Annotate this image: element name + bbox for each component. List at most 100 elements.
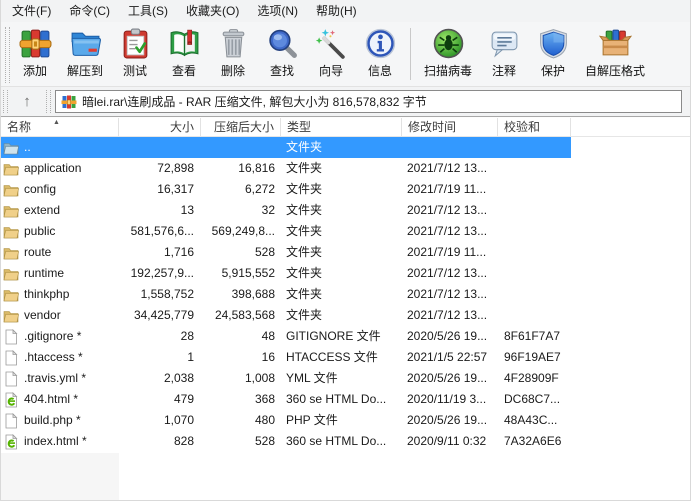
file-modified-cell: 2021/1/5 22:57	[402, 347, 498, 368]
file-modified-cell: 2020/9/11 0:32	[402, 431, 498, 452]
menu-item-file[interactable]: 文件(F)	[3, 0, 60, 22]
file-packed-cell: 24,583,568	[201, 305, 281, 326]
file-name: application	[24, 158, 81, 179]
file-checksum-cell	[498, 305, 571, 326]
table-row[interactable]: build.php *1,070480PHP 文件2020/5/26 19...…	[1, 410, 690, 431]
file-size-cell: 1,716	[119, 242, 201, 263]
find-icon	[266, 27, 299, 60]
wizard-icon	[315, 27, 348, 60]
table-row[interactable]: .gitignore *2848GITIGNORE 文件2020/5/26 19…	[1, 326, 690, 347]
file-packed-cell: 569,249,8...	[201, 221, 281, 242]
archive-path-text: 暗lei.rar\连刷成品 - RAR 压缩文件, 解包大小为 816,578,…	[82, 93, 427, 110]
menu-item-tools[interactable]: 工具(S)	[119, 0, 177, 22]
folder-icon	[3, 224, 19, 240]
column-header-packed[interactable]: 压缩后大小	[201, 118, 281, 136]
sort-ascending-icon: ▲	[53, 119, 60, 126]
comment-icon	[488, 27, 521, 60]
toolbar-button-extract[interactable]: 解压到	[61, 24, 109, 81]
file-icon	[3, 413, 19, 429]
addressbar-gripper[interactable]	[3, 90, 8, 113]
toolbar-button-sfx[interactable]: 自解压格式	[579, 24, 651, 81]
toolbar-button-info[interactable]: 信息	[357, 24, 403, 81]
column-header-row: 名称▲大小压缩后大小类型修改时间校验和	[1, 118, 690, 137]
table-row[interactable]: vendor34,425,77924,583,568文件夹2021/7/12 1…	[1, 305, 690, 326]
table-row[interactable]: runtime192,257,9...5,915,552文件夹2021/7/12…	[1, 263, 690, 284]
toolbar-button-scan[interactable]: 扫描病毒	[418, 24, 478, 81]
file-size-cell: 192,257,9...	[119, 263, 201, 284]
file-type-cell: 文件夹	[281, 305, 402, 326]
toolbar-button-protect[interactable]: 保护	[530, 24, 576, 81]
up-one-level-button[interactable]: ↑	[10, 90, 44, 113]
file-modified-cell: 2021/7/12 13...	[402, 221, 498, 242]
column-header-size[interactable]: 大小	[119, 118, 201, 136]
file-checksum-cell: 4F28909F	[498, 368, 571, 389]
toolbar-gripper[interactable]	[5, 27, 10, 83]
table-row[interactable]: thinkphp1,558,752398,688文件夹2021/7/12 13.…	[1, 284, 690, 305]
column-header-name[interactable]: 名称▲	[1, 118, 119, 136]
table-row[interactable]: config16,3176,272文件夹2021/7/19 11...	[1, 179, 690, 200]
sfx-icon	[599, 27, 632, 60]
toolbar-button-label: 添加	[23, 62, 47, 79]
file-packed-cell: 528	[201, 431, 281, 452]
file-name-cell: public	[1, 221, 119, 242]
toolbar-button-delete[interactable]: 删除	[210, 24, 256, 81]
toolbar-button-test[interactable]: 测试	[112, 24, 158, 81]
file-type-cell: YML 文件	[281, 368, 402, 389]
table-row[interactable]: route1,716528文件夹2021/7/19 11...	[1, 242, 690, 263]
file-size-cell: 479	[119, 389, 201, 410]
folder-icon	[3, 161, 19, 177]
menu-item-options[interactable]: 选项(N)	[248, 0, 307, 22]
column-header-type[interactable]: 类型	[281, 118, 402, 136]
file-modified-cell	[402, 137, 498, 158]
file-size-cell: 13	[119, 200, 201, 221]
column-header-checksum[interactable]: 校验和	[498, 118, 571, 136]
toolbar-button-label: 查找	[270, 62, 294, 79]
file-packed-cell: 32	[201, 200, 281, 221]
file-packed-cell: 48	[201, 326, 281, 347]
file-size-cell: 34,425,779	[119, 305, 201, 326]
column-header-label: 校验和	[504, 120, 540, 134]
file-name-cell: extend	[1, 200, 119, 221]
table-row[interactable]: application72,89816,816文件夹2021/7/12 13..…	[1, 158, 690, 179]
file-name-cell: thinkphp	[1, 284, 119, 305]
winrar-window: 文件(F)命令(C)工具(S)收藏夹(O)选项(N)帮助(H) 添加解压到测试查…	[0, 0, 691, 501]
toolbar-button-wizard[interactable]: 向导	[308, 24, 354, 81]
file-name-cell: route	[1, 242, 119, 263]
toolbar-button-view[interactable]: 查看	[161, 24, 207, 81]
folder-icon	[3, 308, 19, 324]
column-header-label: 压缩后大小	[214, 120, 274, 134]
file-name-cell: vendor	[1, 305, 119, 326]
toolbar-button-find[interactable]: 查找	[259, 24, 305, 81]
file-packed-cell	[201, 137, 281, 158]
file-name: index.html *	[24, 431, 87, 452]
file-type-cell: 文件夹	[281, 242, 402, 263]
menu-item-commands[interactable]: 命令(C)	[60, 0, 119, 22]
table-row[interactable]: 404.html *479368360 se HTML Do...2020/11…	[1, 389, 690, 410]
toolbar-button-comment[interactable]: 注释	[481, 24, 527, 81]
file-packed-cell: 6,272	[201, 179, 281, 200]
toolbar: 添加解压到测试查看删除查找向导信息扫描病毒注释保护自解压格式	[1, 22, 690, 87]
menu-item-help[interactable]: 帮助(H)	[307, 0, 366, 22]
file-checksum-cell	[498, 221, 571, 242]
menu-item-favorites[interactable]: 收藏夹(O)	[177, 0, 248, 22]
file-checksum-cell: 48A43C...	[498, 410, 571, 431]
table-row[interactable]: extend1332文件夹2021/7/12 13...	[1, 200, 690, 221]
file-size-cell: 28	[119, 326, 201, 347]
table-row[interactable]: public581,576,6...569,249,8...文件夹2021/7/…	[1, 221, 690, 242]
table-row[interactable]: index.html *828528360 se HTML Do...2020/…	[1, 431, 690, 452]
protect-icon	[537, 27, 570, 60]
table-row[interactable]: .travis.yml *2,0381,008YML 文件2020/5/26 1…	[1, 368, 690, 389]
folder-icon	[3, 287, 19, 303]
toolbar-button-add[interactable]: 添加	[12, 24, 58, 81]
toolbar-button-label: 注释	[492, 62, 516, 79]
table-row[interactable]: .htaccess *116HTACCESS 文件2021/1/5 22:579…	[1, 347, 690, 368]
file-packed-cell: 528	[201, 242, 281, 263]
file-name: route	[24, 242, 51, 263]
file-checksum-cell	[498, 242, 571, 263]
addressfield-gripper[interactable]	[46, 90, 51, 113]
archive-path-input[interactable]: 暗lei.rar\连刷成品 - RAR 压缩文件, 解包大小为 816,578,…	[55, 90, 682, 113]
table-row[interactable]: ..文件夹	[1, 137, 690, 158]
file-packed-cell: 1,008	[201, 368, 281, 389]
file-name: config	[24, 179, 56, 200]
column-header-modified[interactable]: 修改时间	[402, 118, 498, 136]
